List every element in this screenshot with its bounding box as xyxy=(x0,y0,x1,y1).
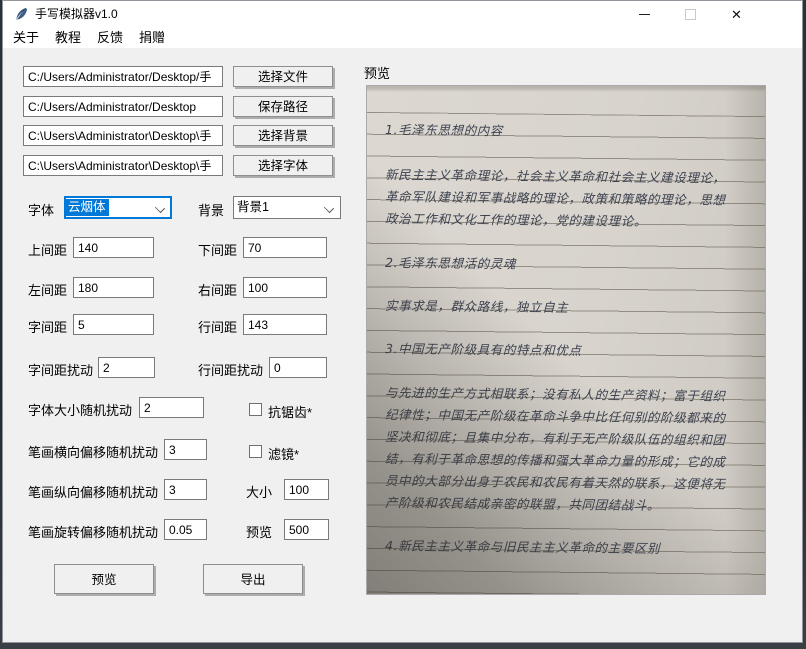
handwriting-line: 结，有利于革命思想的传播和强大革命力量的形成；它的成 xyxy=(385,448,726,471)
maximize-button[interactable] xyxy=(667,1,713,27)
antialias-checkbox[interactable] xyxy=(249,403,262,416)
maximize-icon xyxy=(685,9,696,20)
select-file-button[interactable]: 选择文件 xyxy=(233,66,333,87)
menu-item-feedback[interactable]: 反馈 xyxy=(89,27,131,48)
preview-size-input[interactable] xyxy=(284,519,329,540)
line-spacing-label: 行间距 xyxy=(198,317,237,336)
top-margin-input[interactable] xyxy=(73,237,154,258)
save-path-input[interactable] xyxy=(23,96,223,117)
preview-panel-label: 预览 xyxy=(364,63,390,82)
preview-image: 1.毛泽东思想的内容 新民主主义革命理论，社会主义革命和社会主义建设理论， 革命… xyxy=(366,85,766,595)
right-margin-input[interactable] xyxy=(243,277,327,298)
left-margin-label: 左间距 xyxy=(28,280,67,299)
font-size-jitter-input[interactable] xyxy=(139,397,204,418)
preview-button[interactable]: 预览 xyxy=(54,564,154,594)
stroke-rot-jitter-input[interactable] xyxy=(164,519,207,540)
line-spacing-jitter-label: 行间距扰动 xyxy=(198,360,263,379)
handwriting-line: 坚决和彻底；且集中分布，有利于无产阶级队伍的组织和团 xyxy=(385,426,726,449)
filter-checkbox[interactable] xyxy=(249,445,262,458)
menu-bar: 关于 教程 反馈 捐赠 xyxy=(3,27,802,48)
export-button[interactable]: 导出 xyxy=(203,564,303,594)
menu-item-tutorial[interactable]: 教程 xyxy=(47,27,89,48)
background-file-path-input[interactable] xyxy=(23,125,223,146)
handwriting-line: 政治工作和文化工作的理论，党的建设理论。 xyxy=(385,208,647,230)
bottom-margin-label: 下间距 xyxy=(198,240,237,259)
background-label: 背景 xyxy=(198,200,224,219)
line-spacing-input[interactable] xyxy=(243,314,327,335)
handwriting-line: 1.毛泽东思想的内容 xyxy=(385,119,503,139)
font-size-jitter-label: 字体大小随机扰动 xyxy=(28,400,132,419)
font-combobox-value: 云烟体 xyxy=(65,199,109,216)
minimize-button[interactable] xyxy=(621,1,667,27)
filter-label: 滤镜* xyxy=(268,444,299,463)
font-label: 字体 xyxy=(28,200,54,219)
right-margin-label: 右间距 xyxy=(198,280,237,299)
menu-item-donate[interactable]: 捐赠 xyxy=(131,27,173,48)
close-button[interactable]: ✕ xyxy=(713,1,760,27)
background-combobox-value: 背景1 xyxy=(234,199,272,216)
handwriting-line: 纪律性；中国无产阶级在革命斗争中比任何别的阶级都来的 xyxy=(385,404,726,427)
app-window: 手写模拟器v1.0 ✕ 关于 教程 反馈 捐赠 选择文件 保存路径 选择背景 选… xyxy=(2,0,803,643)
chevron-down-icon xyxy=(155,203,165,213)
handwriting-line: 实事求是，群众路线，独立自主 xyxy=(385,295,569,316)
handwriting-line: 革命军队建设和军事战略的理论，政策和策略的理论，思想 xyxy=(385,186,726,209)
size-input[interactable] xyxy=(284,479,329,500)
size-label: 大小 xyxy=(246,482,272,501)
preview-size-label: 预览 xyxy=(246,522,272,541)
select-font-button[interactable]: 选择字体 xyxy=(233,155,333,176)
close-icon: ✕ xyxy=(731,8,742,21)
font-combobox[interactable]: 云烟体 xyxy=(64,196,172,219)
char-spacing-input[interactable] xyxy=(73,314,154,335)
handwriting-line: 与先进的生产方式相联系；没有私人的生产资料；富于组织 xyxy=(385,382,726,405)
background-combobox[interactable]: 背景1 xyxy=(233,196,341,219)
handwriting-line: 2.毛泽东思想活的灵魂 xyxy=(385,252,516,272)
stroke-v-jitter-label: 笔画纵向偏移随机扰动 xyxy=(28,482,158,501)
chevron-down-icon xyxy=(324,203,334,213)
top-margin-label: 上间距 xyxy=(28,240,67,259)
handwriting-line: 新民主主义革命理论，社会主义革命和社会主义建设理论， xyxy=(385,164,726,187)
save-path-button[interactable]: 保存路径 xyxy=(233,96,333,117)
feather-icon xyxy=(14,7,28,21)
line-spacing-jitter-input[interactable] xyxy=(269,357,327,378)
handwriting-line: 产阶级和农民结成亲密的联盟，共同团结战斗。 xyxy=(385,492,660,514)
char-spacing-label: 字间距 xyxy=(28,317,67,336)
char-spacing-jitter-label: 字间距扰动 xyxy=(28,360,93,379)
handwriting-line: 4.新民主主义革命与旧民主主义革命的主要区别 xyxy=(385,535,660,557)
left-margin-input[interactable] xyxy=(73,277,154,298)
stroke-v-jitter-input[interactable] xyxy=(164,479,207,500)
antialias-label: 抗锯齿* xyxy=(268,402,312,421)
title-bar[interactable]: 手写模拟器v1.0 ✕ xyxy=(3,1,802,27)
handwriting-line: 员中的大部分出身于农民和农民有着天然的联系，这便将无 xyxy=(385,470,726,493)
window-title: 手写模拟器v1.0 xyxy=(35,1,118,27)
stroke-rot-jitter-label: 笔画旋转偏移随机扰动 xyxy=(28,522,158,541)
menu-item-about[interactable]: 关于 xyxy=(5,27,47,48)
select-background-button[interactable]: 选择背景 xyxy=(233,125,333,146)
font-file-path-input[interactable] xyxy=(23,155,223,176)
char-spacing-jitter-input[interactable] xyxy=(98,357,155,378)
handwriting-line: 3.中国无产阶级具有的特点和优点 xyxy=(385,338,582,359)
source-file-path-input[interactable] xyxy=(23,66,223,87)
stroke-h-jitter-input[interactable] xyxy=(164,439,207,460)
minimize-icon xyxy=(639,14,650,15)
stroke-h-jitter-label: 笔画横向偏移随机扰动 xyxy=(28,442,158,461)
bottom-margin-input[interactable] xyxy=(243,237,327,258)
